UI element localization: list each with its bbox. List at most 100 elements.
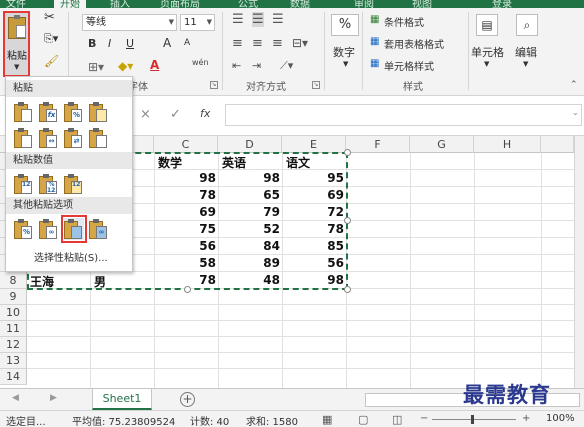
paste-picture-icon[interactable] (61, 215, 87, 243)
page-layout-view-icon[interactable]: ▢ (358, 413, 368, 426)
zoom-out-icon[interactable]: − (420, 413, 428, 424)
format-as-table-button[interactable]: 套用表格格式 (384, 36, 444, 51)
column-header-c[interactable]: C (154, 136, 218, 153)
number-format-button[interactable]: 数字 (333, 44, 355, 60)
paste-formulas-icon[interactable]: fx (39, 101, 59, 123)
row-header-14[interactable]: 14 (0, 369, 27, 385)
tab-insert[interactable]: 插入 (110, 0, 130, 8)
normal-view-icon[interactable]: ▦ (322, 413, 332, 426)
zoom-level[interactable]: 100% (546, 413, 575, 424)
column-header-f[interactable]: F (346, 136, 410, 153)
page-break-view-icon[interactable]: ◫ (392, 413, 402, 426)
align-center-icon[interactable]: ≡ (252, 36, 263, 51)
formula-input[interactable] (225, 104, 582, 126)
borders-icon[interactable]: ⊞▾ (88, 60, 104, 74)
paste-formulas-number-format-icon[interactable]: % (64, 101, 84, 123)
status-count: 计数: 40 (190, 417, 230, 427)
tab-view[interactable]: 视图 (412, 0, 432, 8)
zoom-slider-thumb[interactable] (471, 415, 474, 424)
percent-button[interactable]: % (331, 14, 359, 36)
paste-linked-picture-icon[interactable]: ∞ (89, 218, 109, 240)
font-size-select[interactable]: 11 ▼ (180, 14, 215, 31)
no-borders-icon[interactable] (14, 127, 34, 149)
format-painter-icon[interactable]: 🖌 (44, 54, 59, 68)
paste-merge-icon[interactable] (89, 127, 109, 149)
paste-icon[interactable] (14, 101, 34, 123)
next-sheet-icon[interactable]: ▶ (50, 393, 57, 403)
cells-button[interactable]: 单元格 (471, 44, 504, 60)
align-middle-icon[interactable]: ☰ (252, 12, 264, 27)
increase-indent-icon[interactable]: ⇥ (252, 59, 261, 72)
font-name-select[interactable]: 等线 ▼ (82, 14, 177, 31)
row-header-12[interactable]: 12 (0, 337, 27, 353)
align-right-icon[interactable]: ≡ (272, 36, 283, 51)
align-bottom-icon[interactable]: ☰ (272, 12, 284, 27)
editing-button[interactable]: 编辑 (515, 44, 537, 60)
vertical-scrollbar[interactable] (574, 136, 584, 388)
grow-font-button[interactable]: A (163, 36, 171, 50)
paste-values-number-format-icon[interactable]: %123 (39, 173, 59, 195)
transpose-icon[interactable]: ⇄ (64, 127, 84, 149)
row-header-8[interactable]: 8 (0, 272, 27, 289)
bold-button[interactable]: B (88, 37, 96, 50)
paste-values-icon[interactable]: 123 (14, 173, 34, 195)
tab-page-layout[interactable]: 页面布局 (160, 0, 200, 8)
row-header-13[interactable]: 13 (0, 353, 27, 369)
font-size-value: 11 (184, 17, 197, 28)
column-header-e[interactable]: E (282, 136, 346, 153)
add-sheet-button[interactable]: + (180, 392, 195, 407)
zoom-in-icon[interactable]: + (522, 413, 530, 424)
merge-cells-icon[interactable]: ⊟▾ (292, 36, 308, 50)
decrease-indent-icon[interactable]: ⇤ (232, 59, 241, 72)
menu-section-paste: 粘贴 (6, 80, 132, 97)
cut-icon[interactable]: ✂ (44, 10, 55, 25)
zoom-slider[interactable] (432, 419, 516, 420)
resize-handle[interactable] (344, 149, 351, 156)
underline-button[interactable]: U (126, 37, 134, 50)
tab-file[interactable]: 文件 (6, 0, 26, 8)
align-top-icon[interactable]: ☰ (232, 12, 244, 27)
column-header-h[interactable]: H (474, 136, 541, 153)
paste-button[interactable]: 粘贴 ▼ (3, 11, 30, 77)
cancel-icon[interactable]: × (140, 107, 151, 122)
row-header-11[interactable]: 11 (0, 321, 27, 337)
tab-home[interactable]: 开始 (54, 0, 86, 8)
paste-link-icon[interactable]: ∞ (39, 218, 59, 240)
column-header-i[interactable] (541, 136, 574, 153)
row-header-9[interactable]: 9 (0, 289, 27, 305)
align-left-icon[interactable]: ≡ (232, 36, 243, 51)
insert-function-icon[interactable]: fx (200, 107, 210, 120)
paste-formatting-icon[interactable]: % (14, 218, 34, 240)
copy-icon[interactable]: ⎘▾ (44, 32, 58, 46)
italic-button[interactable]: I (108, 37, 111, 50)
fill-color-icon[interactable]: ◆▾ (118, 59, 133, 73)
prev-sheet-icon[interactable]: ◀ (12, 393, 19, 403)
tab-data[interactable]: 数据 (290, 0, 310, 8)
resize-handle[interactable] (344, 286, 351, 293)
dialog-launcher-icon[interactable]: ↘ (210, 81, 218, 89)
shrink-font-button[interactable]: A (184, 38, 190, 48)
conditional-format-button[interactable]: 条件格式 (384, 14, 424, 29)
resize-handle[interactable] (184, 286, 191, 293)
font-color-icon[interactable]: A (150, 58, 159, 72)
paste-special-menu-item[interactable]: 选择性粘贴(S)... (34, 249, 108, 264)
orientation-icon[interactable]: ⟋▾ (280, 59, 293, 73)
sheet-tab-sheet1[interactable]: Sheet1 (92, 389, 152, 410)
chevron-down-icon[interactable]: ⌄ (572, 108, 579, 117)
paste-label: 粘贴 (7, 51, 27, 62)
keep-column-widths-icon[interactable]: ↔ (39, 127, 59, 149)
cell-styles-button[interactable]: 单元格样式 (384, 58, 434, 73)
paste-values-source-format-icon[interactable]: 123 (64, 173, 84, 195)
column-header-g[interactable]: G (410, 136, 474, 153)
collapse-ribbon-icon[interactable]: ⌃ (570, 80, 578, 90)
sign-in-link[interactable]: 登录 (492, 0, 512, 8)
row-header-10[interactable]: 10 (0, 305, 27, 321)
keep-source-formatting-icon[interactable] (89, 101, 109, 123)
tab-review[interactable]: 审阅 (354, 0, 374, 8)
enter-icon[interactable]: ✓ (170, 107, 181, 122)
tab-formulas[interactable]: 公式 (238, 0, 258, 8)
resize-handle[interactable] (344, 217, 351, 224)
column-header-d[interactable]: D (218, 136, 282, 153)
phonetic-icon[interactable]: wén (192, 58, 209, 67)
dialog-launcher-icon[interactable]: ↘ (312, 81, 320, 89)
